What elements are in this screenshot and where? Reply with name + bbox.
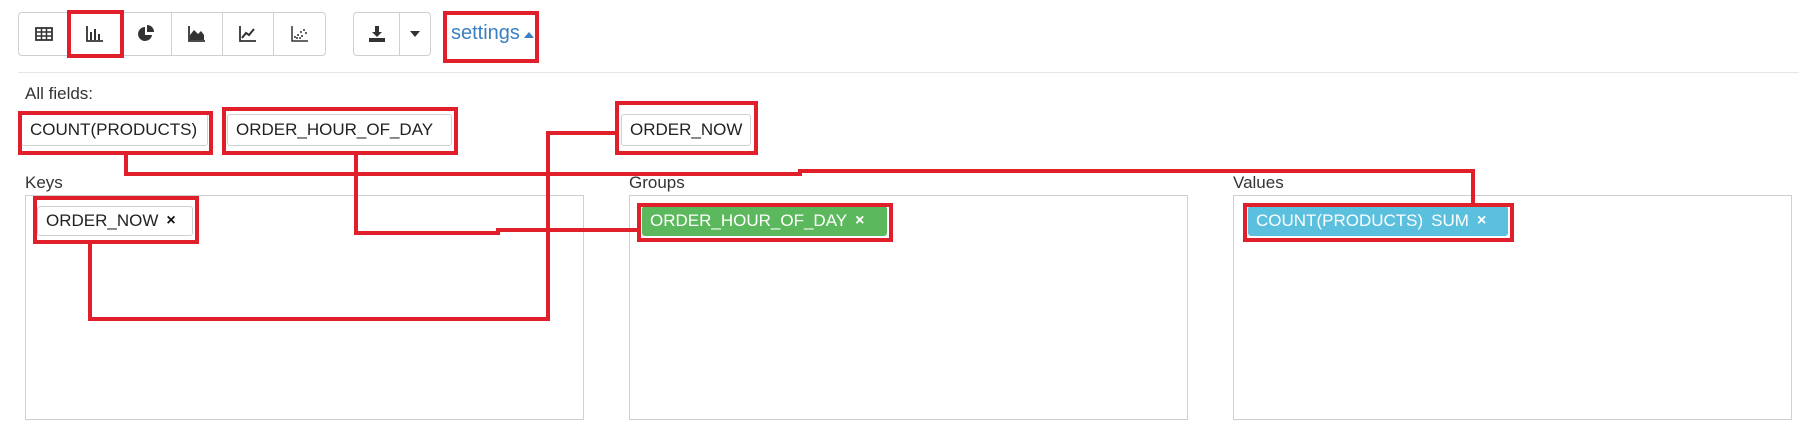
area-chart-view-button[interactable] [172,13,223,55]
pie-chart-icon [138,25,154,41]
area-chart-icon [188,26,205,42]
download-button[interactable] [354,13,400,55]
settings-link[interactable]: settings [451,22,534,45]
caret-up-icon [523,31,534,38]
divider [18,72,1799,73]
download-options-button[interactable] [400,13,430,55]
remove-value-icon[interactable]: × [1477,213,1486,229]
scatter-chart-view-button[interactable] [274,13,325,55]
remove-group-icon[interactable]: × [855,213,864,229]
scatter-chart-icon [290,26,308,42]
values-chip-label: COUNT(PRODUCTS) [1256,211,1424,230]
settings-label[interactable]: settings [451,22,520,45]
values-chip-aggregation[interactable]: SUM [1431,211,1469,231]
field-order-hour-of-day[interactable]: ORDER_HOUR_OF_DAY [227,114,452,146]
field-order-now[interactable]: ORDER_NOW [621,114,751,146]
remove-key-icon[interactable]: × [166,213,175,229]
groups-chip-label: ORDER_HOUR_OF_DAY [650,211,848,230]
line-chart-icon [239,26,256,42]
pie-chart-view-button[interactable] [121,13,172,55]
values-label: Values [1233,173,1284,192]
bar-chart-view-button[interactable] [67,10,124,58]
all-fields-label: All fields: [25,84,94,103]
download-icon [368,26,385,42]
caret-down-icon [410,31,420,37]
view-type-toolbar [18,10,326,58]
line-chart-view-button[interactable] [223,13,274,55]
table-icon [35,27,53,41]
keys-chip[interactable]: ORDER_NOW × [37,206,193,236]
bar-chart-icon [86,26,103,42]
groups-label: Groups [629,173,685,192]
download-button-group [353,12,431,56]
table-view-button[interactable] [19,13,70,55]
field-count-products[interactable]: COUNT(PRODUCTS) [21,114,208,146]
groups-chip[interactable]: ORDER_HOUR_OF_DAY × [642,206,887,236]
keys-label: Keys [25,173,63,192]
values-chip[interactable]: COUNT(PRODUCTS) SUM × [1248,206,1508,236]
keys-chip-label: ORDER_NOW [46,211,159,230]
